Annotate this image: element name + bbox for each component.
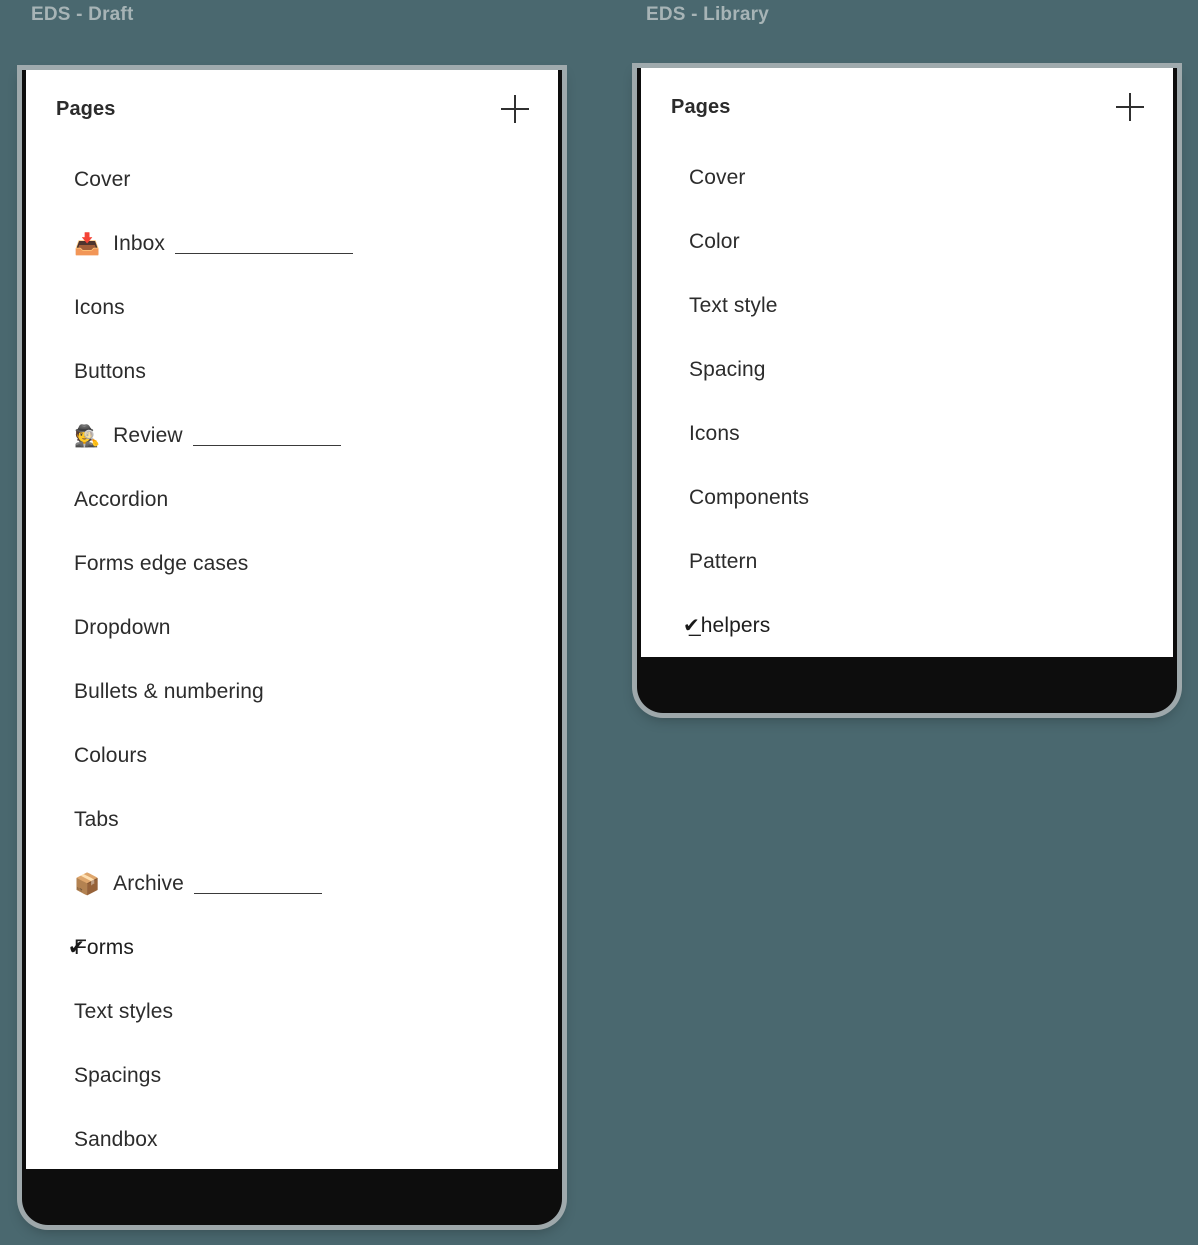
page-item-label: Colours	[74, 744, 148, 767]
page-item-label: Pattern	[689, 550, 758, 573]
window-title-library: EDS - Library	[646, 4, 769, 25]
page-list-item[interactable]: Spacings	[26, 1044, 558, 1108]
page-item-label: _helpers	[689, 614, 771, 637]
page-item-label: Text styles	[74, 1000, 174, 1023]
page-list-item[interactable]: Buttons	[26, 340, 558, 404]
page-list-item[interactable]: ✔ _helpers	[641, 594, 1173, 657]
page-item-label: Forms edge cases	[74, 552, 249, 575]
device-frame-library: Pages Cover Color Text style Spacing Icons Co…	[637, 68, 1177, 713]
pages-heading: Pages	[671, 95, 731, 118]
page-item-label: Cover	[689, 166, 746, 189]
page-emoji-icon: 📥	[74, 232, 101, 256]
page-item-label: Spacing	[689, 358, 766, 381]
page-item-label: Dropdown	[74, 616, 171, 639]
page-list-item[interactable]: Tabs	[26, 788, 558, 852]
page-list-item[interactable]: Components	[641, 466, 1173, 530]
page-list-item[interactable]: Dropdown	[26, 596, 558, 660]
pages-panel-draft: Pages Cover 📥 Inbox Icons Buttons 🕵 Review Acco…	[26, 70, 558, 1169]
page-list-item[interactable]: 📦 Archive	[26, 852, 558, 916]
page-item-label: Icons	[689, 422, 740, 445]
device-frame-draft: Pages Cover 📥 Inbox Icons Buttons 🕵 Review Acco…	[22, 70, 562, 1225]
page-list-item[interactable]: Pattern	[641, 530, 1173, 594]
plus-icon[interactable]	[1113, 90, 1147, 124]
page-item-underline	[193, 892, 322, 894]
page-item-label: Tabs	[74, 808, 119, 831]
page-item-label: Text style	[689, 294, 778, 317]
page-list-item[interactable]: Icons	[641, 402, 1173, 466]
page-emoji-icon: 📦	[74, 872, 101, 896]
check-icon: ✔	[68, 937, 85, 959]
check-icon: ✔	[683, 615, 700, 637]
page-item-label: Spacings	[74, 1064, 162, 1087]
page-list-item[interactable]: Icons	[26, 276, 558, 340]
page-list-item[interactable]: Text styles	[26, 980, 558, 1044]
page-list-item[interactable]: Accordion	[26, 468, 558, 532]
page-item-label: Review	[113, 424, 183, 447]
page-list-item[interactable]: Cover	[641, 146, 1173, 210]
page-item-label: Components	[689, 486, 810, 509]
page-item-label: Cover	[74, 168, 131, 191]
page-list-item[interactable]: ✔ Forms	[26, 916, 558, 980]
page-list-item[interactable]: Sandbox	[26, 1108, 558, 1169]
page-list-item[interactable]: 🕵 Review	[26, 404, 558, 468]
page-list-item[interactable]: Forms edge cases	[26, 532, 558, 596]
page-list-item[interactable]: Cover	[26, 148, 558, 212]
page-list-item[interactable]: Color	[641, 210, 1173, 274]
pages-list-draft: Cover 📥 Inbox Icons Buttons 🕵 Review Accordion F…	[26, 148, 558, 1169]
page-emoji-icon: 🕵	[74, 424, 101, 448]
page-item-label: Accordion	[74, 488, 169, 511]
page-item-underline	[175, 252, 354, 254]
page-list-item[interactable]: Bullets & numbering	[26, 660, 558, 724]
pages-list-library: Cover Color Text style Spacing Icons Componen…	[641, 146, 1173, 657]
plus-icon[interactable]	[498, 92, 532, 126]
page-item-label: Archive	[113, 872, 184, 895]
page-list-item[interactable]: Spacing	[641, 338, 1173, 402]
page-list-item[interactable]: 📥 Inbox	[26, 212, 558, 276]
panel-header-library: Pages	[641, 68, 1173, 146]
page-item-label: Icons	[74, 296, 125, 319]
pages-heading: Pages	[56, 97, 116, 120]
page-item-label: Inbox	[113, 232, 166, 255]
page-list-item[interactable]: Text style	[641, 274, 1173, 338]
pages-panel-library: Pages Cover Color Text style Spacing Icons Co…	[641, 68, 1173, 657]
page-item-label: Color	[689, 230, 740, 253]
page-item-underline	[192, 444, 341, 446]
page-item-label: Bullets & numbering	[74, 680, 264, 703]
page-item-label: Sandbox	[74, 1128, 158, 1151]
page-item-label: Buttons	[74, 360, 146, 383]
panel-header-draft: Pages	[26, 70, 558, 148]
page-list-item[interactable]: Colours	[26, 724, 558, 788]
window-title-draft: EDS - Draft	[31, 4, 134, 25]
